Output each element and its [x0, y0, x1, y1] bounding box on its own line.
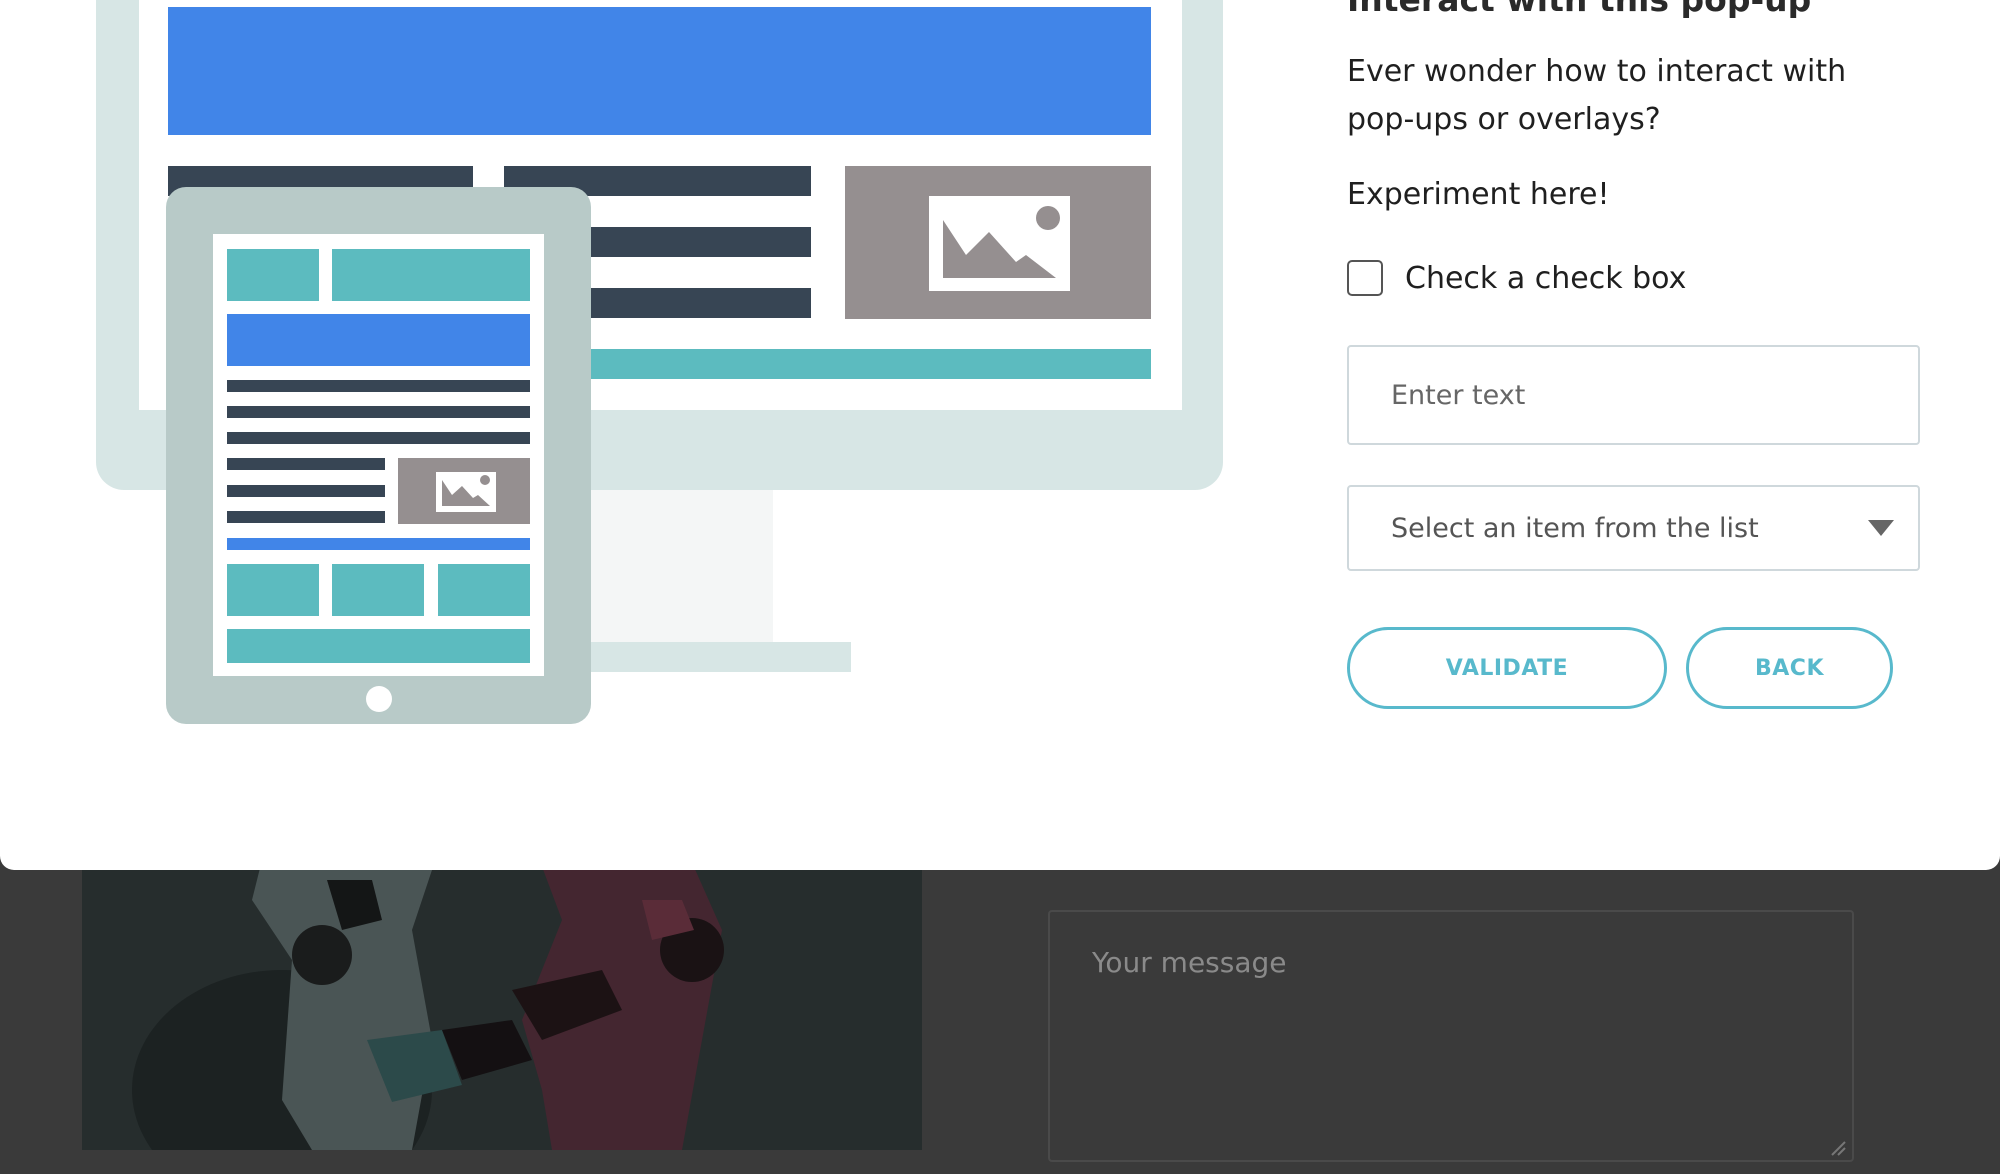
select-value: Select an item from the list	[1391, 512, 1759, 544]
resize-grip-icon[interactable]	[1828, 1138, 1846, 1156]
checkbox[interactable]	[1347, 260, 1383, 296]
page: Your message Ever wonder how to interact…	[0, 0, 2000, 1174]
item-select[interactable]: Select an item from the list	[1347, 485, 1920, 571]
validate-button[interactable]: VALIDATE	[1347, 627, 1667, 709]
popup-title: Interact with this pop-up	[1347, 0, 1811, 19]
message-placeholder: Your message	[1092, 946, 1287, 979]
responsive-devices-illustration	[96, 0, 1223, 724]
popup-subtitle: Experiment here!	[1347, 177, 1610, 212]
back-button[interactable]: BACK	[1686, 627, 1893, 709]
popup-modal: Interact with this pop-up Ever wonder ho…	[0, 0, 2000, 870]
message-textarea[interactable]: Your message	[1048, 910, 1854, 1162]
popup-description: Ever wonder how to interact with pop-ups…	[1347, 54, 1847, 137]
chevron-down-icon	[1868, 520, 1894, 536]
checkbox-row[interactable]: Check a check box	[1347, 260, 1686, 296]
checkbox-label: Check a check box	[1405, 260, 1687, 296]
text-input[interactable]	[1347, 345, 1920, 445]
robots-handshake-image	[82, 840, 922, 1150]
